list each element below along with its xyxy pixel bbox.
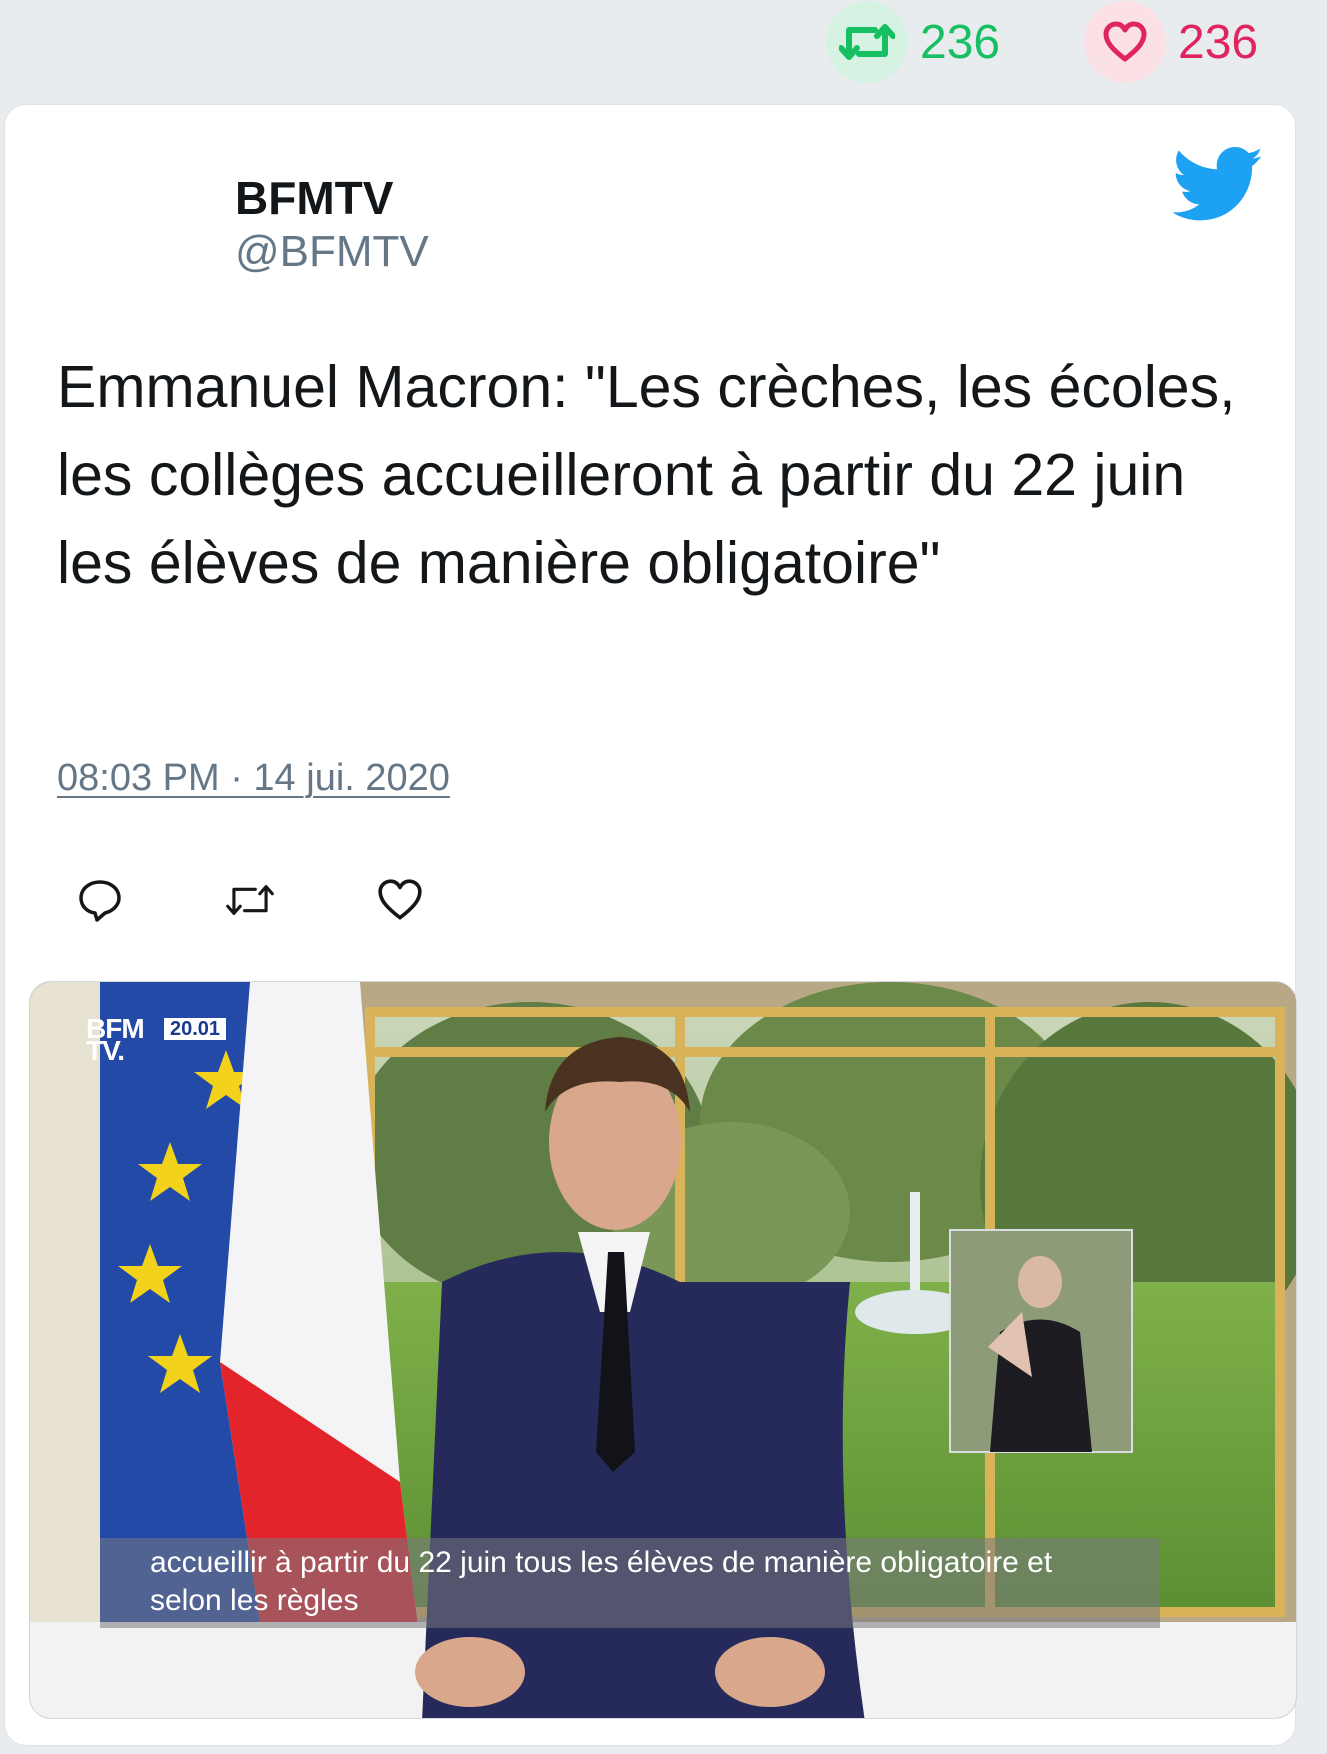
heart-icon[interactable] [1084,1,1166,83]
reply-icon[interactable] [75,875,125,925]
broadcast-time: 20.01 [164,1018,227,1040]
tweet-media-image[interactable]: BFM TV. 20.01 accueillir à partir du 22 … [29,981,1297,1719]
author-name[interactable]: BFMTV [235,171,393,225]
author-handle[interactable]: @BFMTV [235,227,429,277]
broadcast-subtitle: accueillir à partir du 22 juin tous les … [100,1538,1160,1628]
engagement-bar: 236 236 [0,0,1327,100]
retweet-action-icon[interactable] [225,875,275,925]
tweet-text: Emmanuel Macron: "Les crèches, les école… [57,354,1236,596]
tweet-actions [75,875,525,925]
retweet-icon[interactable] [826,1,908,83]
retweet-stat[interactable]: 236 [826,1,1001,83]
twitter-bird-icon[interactable] [1171,147,1265,228]
tweet-card: BFMTV @BFMTV Emmanuel Macron: "Les crèch… [4,104,1297,1746]
subtitle-line-1: accueillir à partir du 22 juin tous les … [150,1546,1053,1579]
channel-logo: BFM TV. [86,1015,145,1065]
subtitle-line-2: selon les règles [150,1584,359,1617]
like-count: 236 [1178,15,1259,69]
like-stat[interactable]: 236 [1084,1,1259,83]
tweet-timestamp[interactable]: 08:03 PM · 14 jui. 2020 [57,757,450,800]
like-action-icon[interactable] [375,875,425,925]
retweet-count: 236 [920,15,1001,69]
